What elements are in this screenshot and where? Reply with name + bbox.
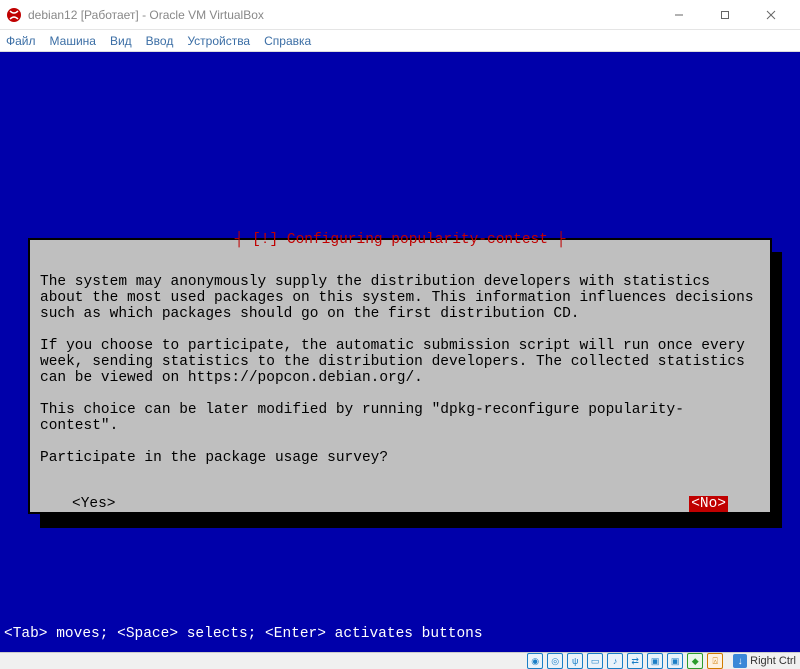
minimize-button[interactable] [656,0,702,30]
dialog-para2: If you choose to participate, the automa… [40,338,754,386]
dialog-title: ┤ [!] Configuring popularity-contest ├ [40,232,760,248]
dialog-body: The system may anonymously supply the di… [40,258,760,482]
host-key-indicator[interactable]: ↓ Right Ctrl [733,654,796,668]
menu-file[interactable]: Файл [6,34,36,48]
display-icon[interactable]: ▣ [647,653,663,669]
yes-button[interactable]: <Yes> [72,496,116,512]
audio-icon[interactable]: ♪ [607,653,623,669]
shared-folder-icon[interactable]: ▭ [587,653,603,669]
window-titlebar: debian12 [Работает] - Oracle VM VirtualB… [0,0,800,30]
menu-view[interactable]: Вид [110,34,132,48]
host-key-label: Right Ctrl [750,655,796,667]
mouse-icon[interactable]: ⍓ [707,653,723,669]
usb-icon[interactable]: ψ [567,653,583,669]
menu-machine[interactable]: Машина [50,34,96,48]
no-button[interactable]: <No> [689,496,728,512]
virtualbox-icon [6,7,22,23]
menu-input[interactable]: Ввод [146,34,174,48]
dialog-buttons: <Yes> <No> [40,496,760,512]
menu-devices[interactable]: Устройства [187,34,250,48]
optical-icon[interactable]: ◎ [547,653,563,669]
statusbar: ◉ ◎ ψ ▭ ♪ ⇄ ▣ ▣ ◆ ⍓ ↓ Right Ctrl [0,652,800,669]
dialog-para1: The system may anonymously supply the di… [40,274,762,322]
close-button[interactable] [748,0,794,30]
network-icon[interactable]: ⇄ [627,653,643,669]
window-title: debian12 [Работает] - Oracle VM VirtualB… [28,8,656,22]
popularity-contest-dialog: ┤ [!] Configuring popularity-contest ├ T… [28,238,772,514]
vm-screen[interactable]: ┤ [!] Configuring popularity-contest ├ T… [0,52,800,652]
menubar: Файл Машина Вид Ввод Устройства Справка [0,30,800,52]
key-hint-bar: <Tab> moves; <Space> selects; <Enter> ac… [4,626,483,642]
maximize-button[interactable] [702,0,748,30]
menu-help[interactable]: Справка [264,34,311,48]
cpu-icon[interactable]: ◆ [687,653,703,669]
window-controls [656,0,794,30]
recording-icon[interactable]: ▣ [667,653,683,669]
hostkey-arrow-icon: ↓ [733,654,747,668]
status-icons: ◉ ◎ ψ ▭ ♪ ⇄ ▣ ▣ ◆ ⍓ [527,653,723,669]
dialog-prompt: Participate in the package usage survey? [40,450,388,466]
hdd-icon[interactable]: ◉ [527,653,543,669]
dialog-para3: This choice can be later modified by run… [40,402,684,434]
